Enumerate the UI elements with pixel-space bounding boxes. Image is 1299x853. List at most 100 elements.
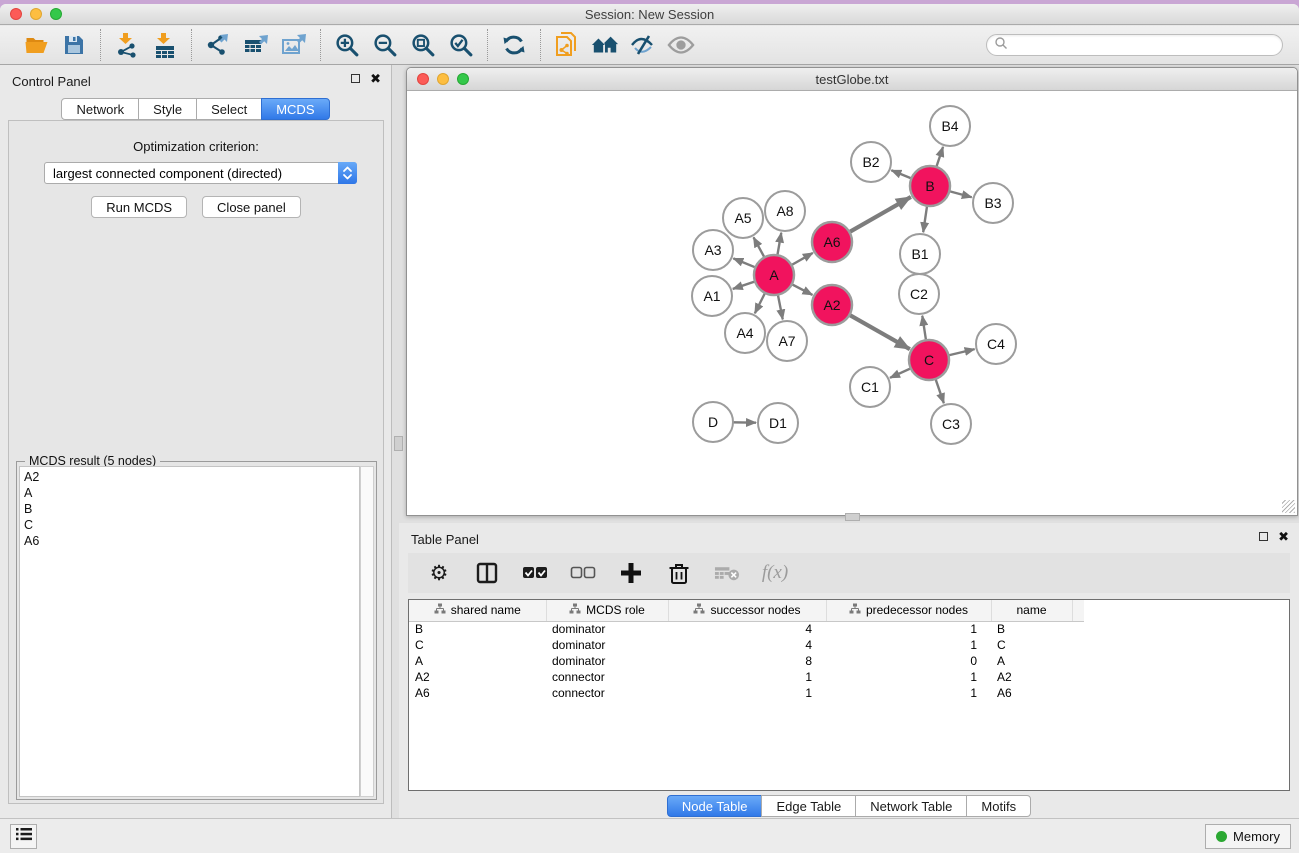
cell-shared-name[interactable]: A2 [409, 669, 546, 685]
cell-shared-name[interactable]: A [409, 653, 546, 669]
cell-predecessor-nodes[interactable]: 1 [826, 685, 991, 701]
table-row[interactable]: Cdominator41C [409, 637, 1084, 653]
cell-successor-nodes[interactable]: 1 [668, 669, 826, 685]
cell-shared-name[interactable]: C [409, 637, 546, 653]
node-label-B1: B1 [911, 246, 928, 262]
column-header-MCDS-role[interactable]: MCDS role [546, 600, 668, 621]
app-window: Session: New Session Control Panel ✖ Net… [0, 4, 1299, 853]
column-header-shared-name[interactable]: shared name [409, 600, 546, 621]
optimization-criterion-select[interactable]: largest connected component (directed) [44, 162, 357, 184]
cell-MCDS-role[interactable]: connector [546, 685, 668, 701]
network-canvas[interactable]: AA1A2A3A4A5A6A7A8BB1B2B3B4CC1C2C3C4DD1 [408, 92, 1296, 514]
add-column-icon[interactable] [618, 560, 644, 586]
cell-predecessor-nodes[interactable]: 1 [826, 637, 991, 653]
tab-mcds[interactable]: MCDS [261, 98, 329, 120]
table-row[interactable]: A2connector11A2 [409, 669, 1084, 685]
tab-motifs[interactable]: Motifs [966, 795, 1031, 817]
cell-shared-name[interactable]: B [409, 621, 546, 637]
run-mcds-button[interactable]: Run MCDS [91, 196, 187, 218]
close-panel-icon[interactable]: ✖ [370, 74, 381, 83]
export-network-icon[interactable] [204, 31, 232, 59]
column-header-name[interactable]: name [991, 600, 1072, 621]
cell-name[interactable]: A [991, 653, 1072, 669]
memory-button[interactable]: Memory [1205, 824, 1291, 849]
memory-status-icon [1216, 831, 1227, 842]
result-item[interactable]: B [24, 501, 359, 517]
tab-node-table[interactable]: Node Table [667, 795, 763, 817]
result-scrollbar[interactable] [360, 466, 374, 797]
cell-MCDS-role[interactable]: dominator [546, 621, 668, 637]
network-window-titlebar[interactable]: testGlobe.txt [407, 68, 1297, 91]
cell-empty [1072, 637, 1084, 653]
node-label-A6: A6 [823, 234, 840, 250]
cell-successor-nodes[interactable]: 4 [668, 621, 826, 637]
clone-network-icon[interactable] [553, 31, 581, 59]
search-box[interactable] [986, 34, 1283, 56]
window-resize-grip[interactable] [1282, 500, 1295, 513]
zoom-in-icon[interactable] [333, 31, 361, 59]
result-item[interactable]: A2 [24, 469, 359, 485]
cell-MCDS-role[interactable]: dominator [546, 637, 668, 653]
tab-network[interactable]: Network [61, 98, 139, 120]
table-row[interactable]: Adominator80A [409, 653, 1084, 669]
float-table-panel-icon[interactable] [1259, 532, 1268, 541]
tab-edge-table[interactable]: Edge Table [761, 795, 856, 817]
show-selected-icon[interactable] [667, 31, 695, 59]
close-table-panel-icon[interactable]: ✖ [1278, 532, 1289, 541]
column-header-predecessor-nodes[interactable]: predecessor nodes [826, 600, 991, 621]
gear-icon[interactable]: ⚙ [426, 560, 452, 586]
float-panel-icon[interactable] [351, 74, 360, 83]
deselect-all-columns-icon[interactable] [570, 560, 596, 586]
cell-MCDS-role[interactable]: dominator [546, 653, 668, 669]
search-input[interactable] [1008, 36, 1282, 54]
cell-predecessor-nodes[interactable]: 1 [826, 621, 991, 637]
save-session-icon[interactable] [60, 31, 88, 59]
zoom-selected-icon[interactable] [447, 31, 475, 59]
cell-successor-nodes[interactable]: 8 [668, 653, 826, 669]
main-toolbar [0, 26, 1299, 65]
import-network-icon[interactable] [113, 31, 141, 59]
zoom-out-icon[interactable] [371, 31, 399, 59]
tab-style[interactable]: Style [138, 98, 197, 120]
cell-name[interactable]: A6 [991, 685, 1072, 701]
result-item[interactable]: A6 [24, 533, 359, 549]
network-graph[interactable]: AA1A2A3A4A5A6A7A8BB1B2B3B4CC1C2C3C4DD1 [408, 92, 1296, 514]
result-item[interactable]: A [24, 485, 359, 501]
task-history-button[interactable] [10, 824, 37, 849]
tab-select[interactable]: Select [196, 98, 262, 120]
table-row[interactable]: A6connector11A6 [409, 685, 1084, 701]
mcds-result-list[interactable]: A2ABCA6 [19, 466, 360, 797]
horizontal-splitter-handle[interactable] [845, 513, 860, 521]
cell-predecessor-nodes[interactable]: 0 [826, 653, 991, 669]
column-header-successor-nodes[interactable]: successor nodes [668, 600, 826, 621]
cell-shared-name[interactable]: A6 [409, 685, 546, 701]
cell-MCDS-role[interactable]: connector [546, 669, 668, 685]
app-titlebar: Session: New Session [0, 4, 1299, 25]
node-label-B3: B3 [984, 195, 1001, 211]
cell-successor-nodes[interactable]: 4 [668, 637, 826, 653]
open-session-icon[interactable] [22, 31, 50, 59]
node-table[interactable]: shared nameMCDS rolesuccessor nodesprede… [408, 599, 1290, 791]
memory-label: Memory [1233, 829, 1280, 844]
tab-network-table[interactable]: Network Table [855, 795, 967, 817]
show-all-networks-icon[interactable] [591, 31, 619, 59]
delete-column-icon[interactable] [666, 560, 692, 586]
import-table-icon[interactable] [151, 31, 179, 59]
hide-selected-icon[interactable] [629, 31, 657, 59]
cell-name[interactable]: C [991, 637, 1072, 653]
table-row[interactable]: Bdominator41B [409, 621, 1084, 637]
column-view-icon[interactable] [474, 560, 500, 586]
cell-name[interactable]: B [991, 621, 1072, 637]
table-toolbar: ⚙f(x) [408, 553, 1290, 593]
cell-successor-nodes[interactable]: 1 [668, 685, 826, 701]
refresh-icon[interactable] [500, 31, 528, 59]
cell-name[interactable]: A2 [991, 669, 1072, 685]
zoom-fit-icon[interactable] [409, 31, 437, 59]
vertical-splitter-handle[interactable] [394, 436, 403, 451]
close-panel-button[interactable]: Close panel [202, 196, 301, 218]
export-image-icon[interactable] [280, 31, 308, 59]
result-item[interactable]: C [24, 517, 359, 533]
select-all-columns-icon[interactable] [522, 560, 548, 586]
export-table-icon[interactable] [242, 31, 270, 59]
cell-predecessor-nodes[interactable]: 1 [826, 669, 991, 685]
